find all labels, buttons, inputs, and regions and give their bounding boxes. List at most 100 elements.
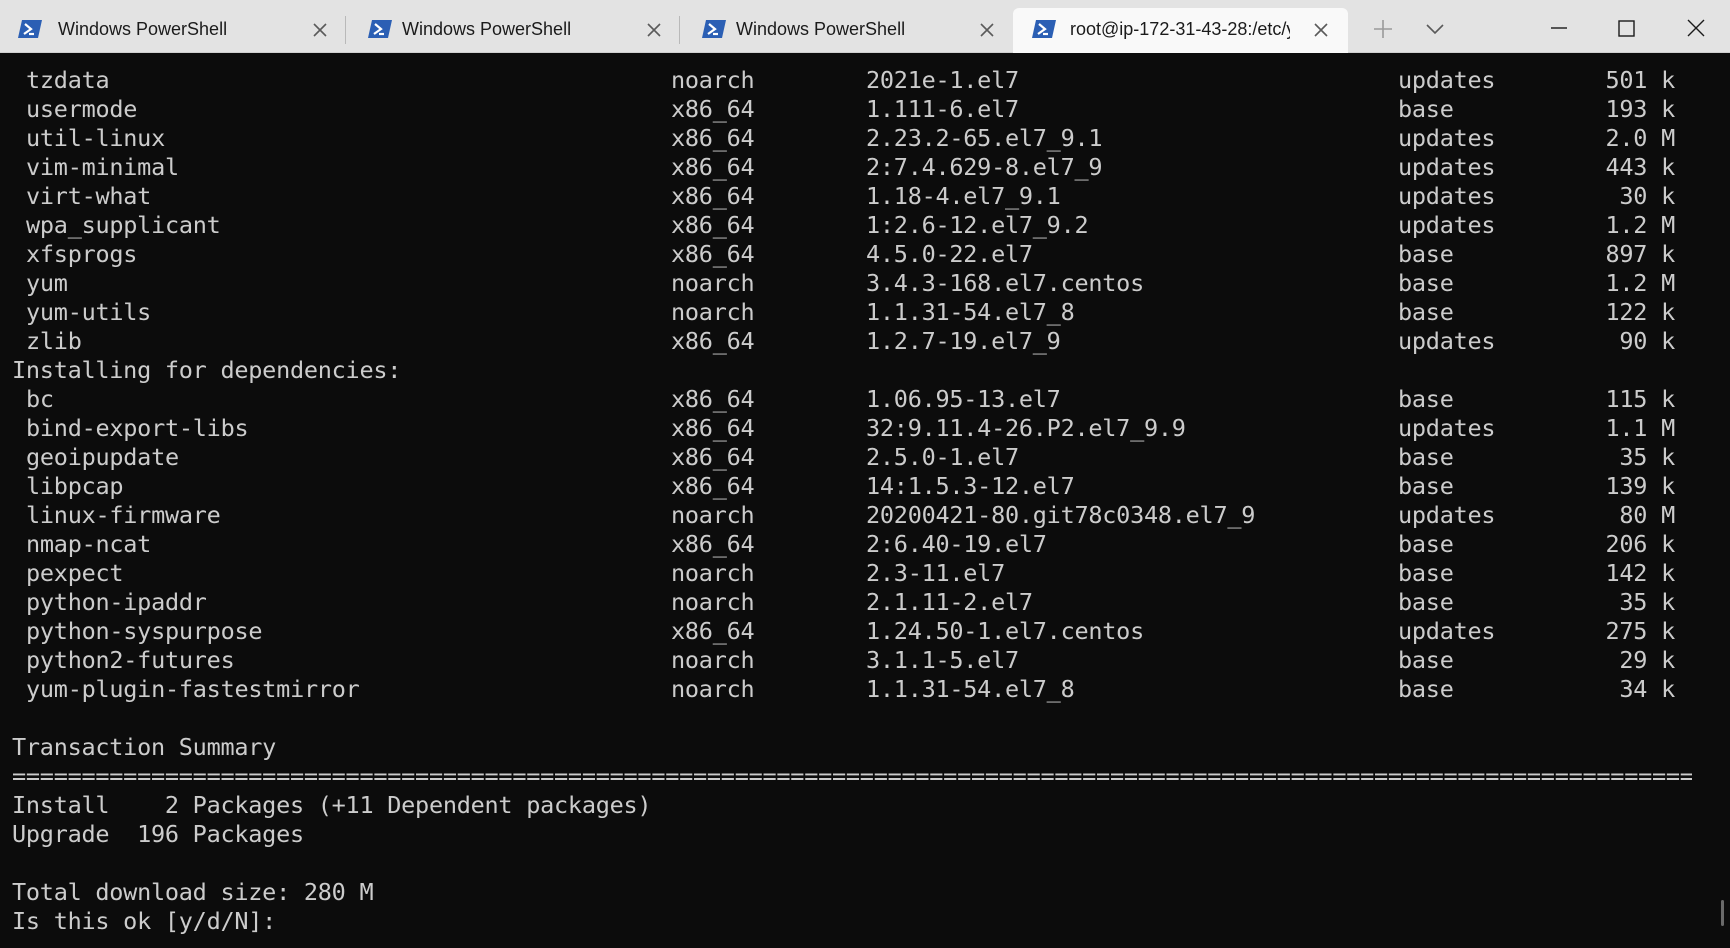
package-version: 2.3-11.el7 — [866, 559, 1005, 587]
package-repo: base — [1398, 298, 1454, 326]
package-repo: base — [1398, 675, 1454, 703]
maximize-icon — [1618, 20, 1635, 37]
maximize-button[interactable] — [1604, 10, 1648, 48]
package-row: yum-plugin-fastestmirror noarch 1.1.31-54.… — [12, 675, 1702, 704]
package-repo: base — [1398, 443, 1454, 471]
package-name: linux-firmware — [26, 501, 221, 529]
package-arch: noarch — [671, 559, 755, 587]
package-row: python2-futures noarch 3.1.1-5.el7 base 29 k — [12, 646, 1702, 675]
package-size: 115 k — [1605, 385, 1676, 413]
download-size: Total download size: 280 M — [12, 878, 374, 906]
powershell-icon — [18, 20, 42, 38]
package-name: pexpect — [26, 559, 124, 587]
package-row: bc x86_64 1.06.95-13.el7 base 115 k — [12, 385, 1702, 414]
package-row: geoipupdate x86_64 2.5.0-1.el7 base 35 k — [12, 443, 1702, 472]
powershell-icon — [368, 20, 392, 38]
package-row: python-syspurpose x86_64 1.24.50-1.el7.cen… — [12, 617, 1702, 646]
tab-powershell-2[interactable]: Windows PowerShell — [350, 8, 680, 53]
package-repo: updates — [1398, 182, 1496, 210]
deps-header: Installing for dependencies: — [12, 356, 402, 384]
confirm-prompt[interactable]: Is this ok [y/d/N]: — [12, 907, 1702, 936]
package-size: 1.2 M — [1605, 211, 1676, 239]
package-version: 3.1.1-5.el7 — [866, 646, 1019, 674]
package-arch: x86_64 — [671, 153, 755, 181]
package-row: linux-firmware noarch 20200421-80.git78c03… — [12, 501, 1702, 530]
package-name: geoipupdate — [26, 443, 179, 471]
package-name: vim-minimal — [26, 153, 179, 181]
package-arch: x86_64 — [671, 385, 755, 413]
package-version: 1.1.31-54.el7_8 — [866, 675, 1075, 703]
package-arch: noarch — [671, 501, 755, 529]
tab-powershell-3[interactable]: Windows PowerShell — [684, 8, 1010, 53]
package-size: 142 k — [1605, 559, 1676, 587]
package-size: 206 k — [1605, 530, 1676, 558]
package-row: pexpect noarch 2.3-11.el7 base 142 k — [12, 559, 1702, 588]
close-tab-icon[interactable] — [643, 19, 665, 41]
package-size: 275 k — [1605, 617, 1676, 645]
scrollbar-thumb[interactable] — [1721, 900, 1724, 926]
package-arch: noarch — [671, 646, 755, 674]
chevron-down-icon — [1426, 24, 1444, 35]
package-arch: noarch — [671, 588, 755, 616]
package-arch: x86_64 — [671, 327, 755, 355]
package-row: usermode x86_64 1.111-6.el7 base 193 k — [12, 95, 1702, 124]
package-arch: x86_64 — [671, 182, 755, 210]
package-version: 4.5.0-22.el7 — [866, 240, 1033, 268]
package-row: xfsprogs x86_64 4.5.0-22.el7 base 897 k — [12, 240, 1702, 269]
package-size: 1.1 M — [1605, 414, 1676, 442]
package-version: 2:7.4.629-8.el7_9 — [866, 153, 1103, 181]
minimize-icon — [1551, 27, 1567, 29]
package-size: 35 k — [1619, 588, 1675, 616]
package-arch: x86_64 — [671, 530, 755, 558]
package-row: bind-export-libs x86_64 32:9.11.4-26.P2.el… — [12, 414, 1702, 443]
package-version: 1.18-4.el7_9.1 — [866, 182, 1061, 210]
tab-bar: Windows PowerShell Windows PowerShell Wi… — [0, 0, 1730, 53]
package-repo: updates — [1398, 414, 1496, 442]
package-row: util-linux x86_64 2.23.2-65.el7_9.1 updates… — [12, 124, 1702, 153]
package-arch: x86_64 — [671, 211, 755, 239]
package-row: libpcap x86_64 14:1.5.3-12.el7 base 139 k — [12, 472, 1702, 501]
package-version: 2021e-1.el7 — [866, 66, 1019, 94]
close-window-button[interactable] — [1674, 10, 1718, 48]
package-repo: updates — [1398, 153, 1496, 181]
tab-title: Windows PowerShell — [736, 19, 906, 39]
package-version: 14:1.5.3-12.el7 — [866, 472, 1075, 500]
plus-icon — [1374, 20, 1392, 38]
install-line: Install 2 Packages (+11 Dependent packag… — [12, 791, 652, 819]
close-tab-icon[interactable] — [309, 19, 331, 41]
package-arch: x86_64 — [671, 240, 755, 268]
close-tab-icon[interactable] — [1310, 19, 1332, 41]
package-version: 3.4.3-168.el7.centos — [866, 269, 1144, 297]
package-name: yum — [26, 269, 68, 297]
terminal-output[interactable]: tzdata noarch 2021e-1.el7 updates 501 k userm… — [12, 66, 1702, 936]
package-size: 35 k — [1619, 443, 1675, 471]
tab-dropdown-button[interactable] — [1415, 10, 1455, 48]
package-row: yum noarch 3.4.3-168.el7.centos base 1.2 M — [12, 269, 1702, 298]
package-arch: noarch — [671, 675, 755, 703]
package-version: 2.1.11-2.el7 — [866, 588, 1033, 616]
package-size: 29 k — [1619, 646, 1675, 674]
tab-powershell-1[interactable]: Windows PowerShell — [0, 8, 340, 53]
package-name: yum-plugin-fastestmirror — [26, 675, 360, 703]
package-version: 1.06.95-13.el7 — [866, 385, 1061, 413]
tab-root-ssh[interactable]: root@ip-172-31-43-28:/etc/y — [1013, 8, 1348, 53]
package-repo: updates — [1398, 211, 1496, 239]
package-repo: base — [1398, 240, 1454, 268]
package-size: 139 k — [1605, 472, 1676, 500]
close-tab-icon[interactable] — [976, 19, 998, 41]
package-repo: updates — [1398, 124, 1496, 152]
package-size: 1.2 M — [1605, 269, 1676, 297]
package-list: tzdata noarch 2021e-1.el7 updates 501 k userm… — [12, 66, 1702, 356]
package-version: 2:6.40-19.el7 — [866, 530, 1047, 558]
tab-divider — [345, 16, 346, 44]
powershell-icon — [1032, 20, 1056, 38]
package-size: 897 k — [1605, 240, 1676, 268]
package-row: zlib x86_64 1.2.7-19.el7_9 updates 90 k — [12, 327, 1702, 356]
package-name: virt-what — [26, 182, 152, 210]
package-repo: base — [1398, 646, 1454, 674]
package-repo: updates — [1398, 501, 1496, 529]
package-version: 1.111-6.el7 — [866, 95, 1019, 123]
new-tab-button[interactable] — [1363, 10, 1403, 48]
minimize-button[interactable] — [1537, 10, 1581, 48]
